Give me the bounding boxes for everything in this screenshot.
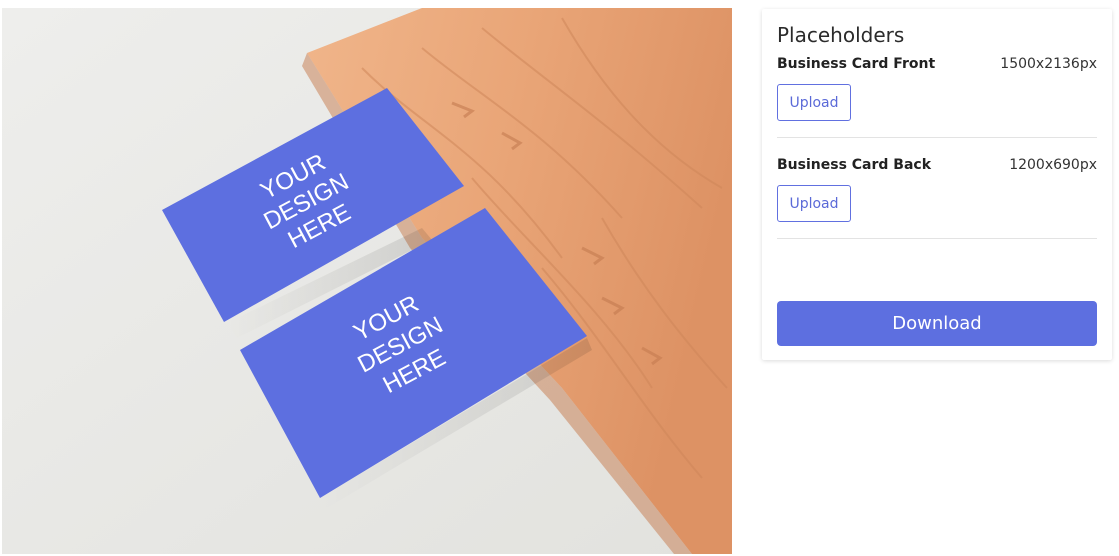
placeholder-size: 1500x2136px xyxy=(1000,56,1097,72)
placeholder-size: 1200x690px xyxy=(1009,157,1097,173)
placeholder-item-front: Business Card Front 1500x2136px Upload xyxy=(777,55,1097,138)
placeholder-name: Business Card Front xyxy=(777,56,936,72)
upload-front-button[interactable]: Upload xyxy=(777,84,851,121)
download-button[interactable]: Download xyxy=(777,301,1097,346)
upload-back-button[interactable]: Upload xyxy=(777,185,851,222)
placeholder-name: Business Card Back xyxy=(777,157,932,173)
mockup-preview: YOUR DESIGN HERE YOUR DESIGN HERE xyxy=(2,8,732,554)
placeholders-panel: Placeholders Business Card Front 1500x21… xyxy=(762,9,1112,360)
panel-title: Placeholders xyxy=(777,23,905,47)
mockup-image: YOUR DESIGN HERE YOUR DESIGN HERE xyxy=(2,8,732,554)
placeholder-item-back: Business Card Back 1200x690px Upload xyxy=(777,156,1097,239)
